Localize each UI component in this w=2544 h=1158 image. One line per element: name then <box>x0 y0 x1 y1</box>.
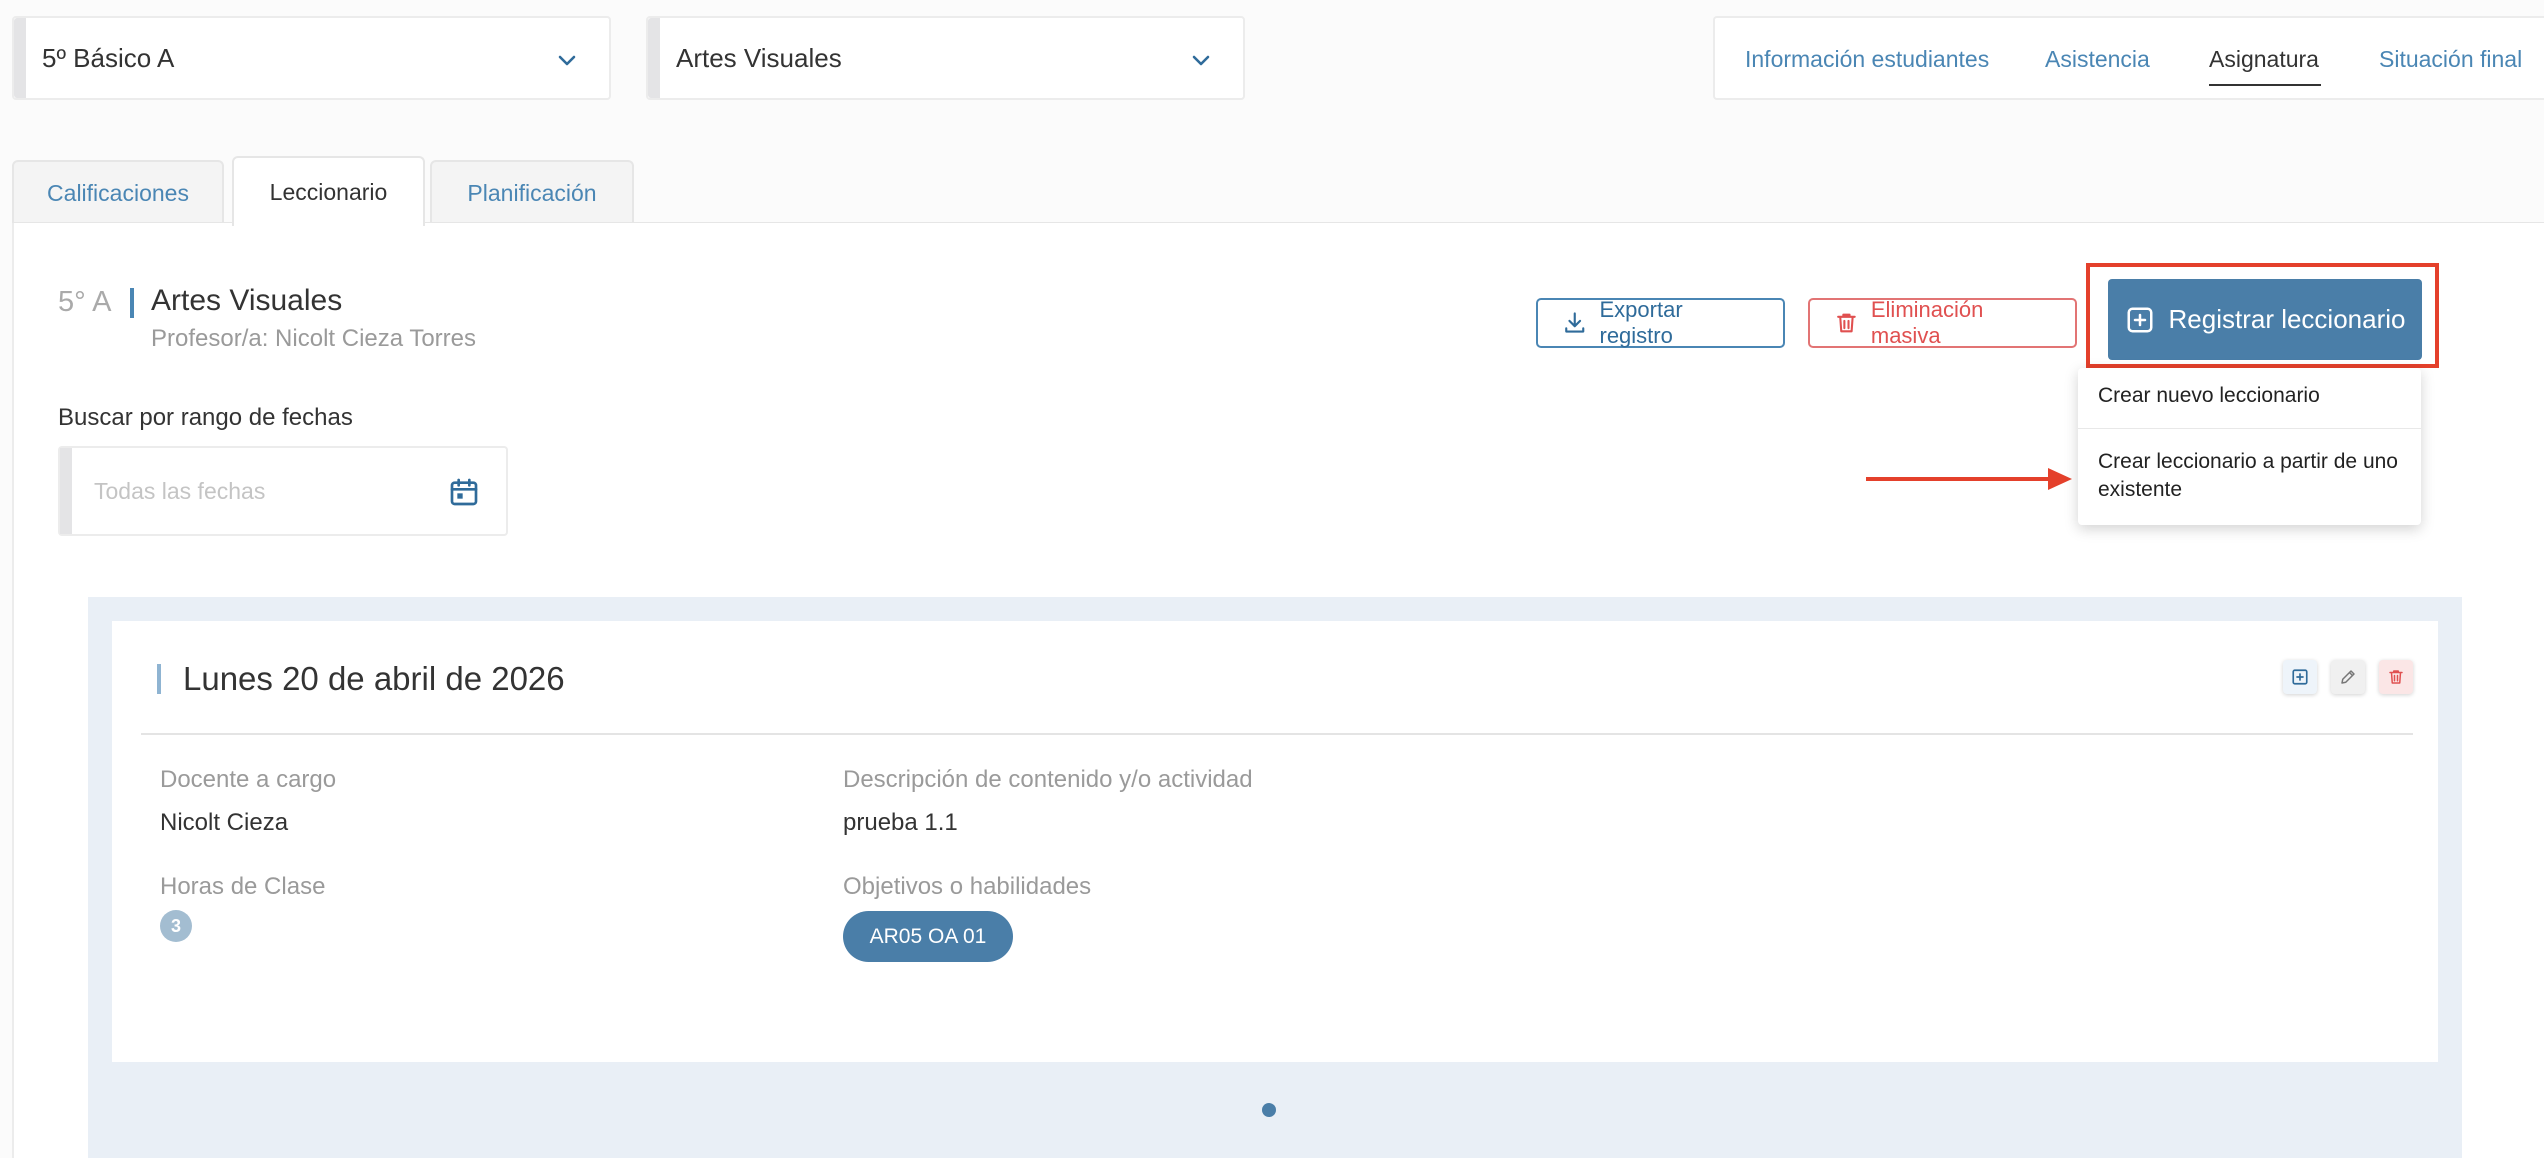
download-icon <box>1565 312 1585 333</box>
nav-asistencia[interactable]: Asistencia <box>2045 46 2150 73</box>
tab-leccionario[interactable]: Leccionario <box>232 156 425 226</box>
register-dropdown-menu: Crear nuevo leccionario Crear leccionari… <box>2078 368 2421 525</box>
pencil-icon <box>2341 670 2355 684</box>
mass-delete-button[interactable]: Eliminación masiva <box>1808 297 2077 348</box>
calendar-icon[interactable] <box>448 476 480 508</box>
menu-divider <box>2078 428 2421 429</box>
annotation-arrow-icon <box>1866 468 2072 490</box>
date-range-label: Buscar por rango de fechas <box>58 404 353 431</box>
course-teacher: Profesor/a: Nicolt Cieza Torres <box>151 325 477 352</box>
entry-header-divider <box>141 733 2413 735</box>
description-value: prueba 1.1 <box>843 809 958 836</box>
entry-edit-button[interactable] <box>2331 660 2365 694</box>
entry-date: Lunes 20 de abril de 2026 <box>183 660 565 697</box>
top-navigation: Información estudiantes Asistencia Asign… <box>1713 16 2544 100</box>
trash-icon <box>2389 670 2403 684</box>
plus-square-icon <box>2127 307 2152 332</box>
date-range-placeholder: Todas las fechas <box>94 478 266 504</box>
menu-item-create-from-existing-line1: Crear leccionario a partir de uno <box>2098 450 2398 473</box>
entry-delete-button[interactable] <box>2379 660 2413 694</box>
course-code: 5° A <box>58 286 112 318</box>
tab-planificacion[interactable]: Planificación <box>430 160 634 224</box>
course-select-value: 5º Básico A <box>42 42 175 73</box>
teacher-value: Nicolt Cieza <box>160 809 289 836</box>
chevron-down-icon <box>1192 55 1210 66</box>
select-accent-bar <box>648 18 660 98</box>
subject-select[interactable]: Artes Visuales <box>646 16 1245 100</box>
register-leccionario-label: Registrar leccionario <box>2168 304 2406 334</box>
nav-informacion-estudiantes[interactable]: Información estudiantes <box>1745 46 1989 73</box>
menu-item-create-from-existing[interactable]: Crear leccionario a partir de uno existe… <box>2098 448 2398 504</box>
entry-add-button[interactable] <box>2283 660 2317 694</box>
tab-calificaciones[interactable]: Calificaciones <box>12 160 224 224</box>
date-range-input[interactable]: Todas las fechas <box>58 446 508 536</box>
export-register-label: Exportar registro <box>1599 297 1683 348</box>
subject-select-value: Artes Visuales <box>676 42 842 73</box>
nav-active-underline <box>2209 84 2321 86</box>
course-select[interactable]: 5º Básico A <box>12 16 611 100</box>
objectives-label: Objetivos o habilidades <box>843 873 1092 900</box>
mass-delete-label: Eliminación masiva <box>1870 297 1984 348</box>
trash-icon <box>1837 313 1856 333</box>
export-register-button[interactable]: Exportar registro <box>1536 297 1785 348</box>
register-leccionario-button[interactable]: Registrar leccionario <box>2108 279 2422 360</box>
select-accent-bar <box>14 18 26 98</box>
pagination-dot[interactable] <box>1262 1103 1276 1117</box>
entry-date-accent <box>157 664 161 694</box>
chevron-down-icon <box>558 55 576 66</box>
nav-asignatura[interactable]: Asignatura <box>2209 46 2319 73</box>
nav-situacion-final[interactable]: Situación final <box>2379 46 2522 73</box>
menu-item-create-from-existing-line2: existente <box>2098 478 2183 501</box>
menu-item-create-new[interactable]: Crear nuevo leccionario <box>2098 382 2320 410</box>
plus-square-icon <box>2292 669 2308 685</box>
class-hours-label: Horas de Clase <box>160 873 326 900</box>
description-label: Descripción de contenido y/o actividad <box>843 766 1253 793</box>
objective-tag: AR05 OA 01 <box>843 911 1013 962</box>
input-accent-bar <box>60 448 72 534</box>
teacher-label: Docente a cargo <box>160 766 337 793</box>
course-subject-title: Artes Visuales <box>151 284 343 317</box>
class-hours-badge: 3 <box>160 910 192 942</box>
course-header-separator <box>130 288 134 318</box>
